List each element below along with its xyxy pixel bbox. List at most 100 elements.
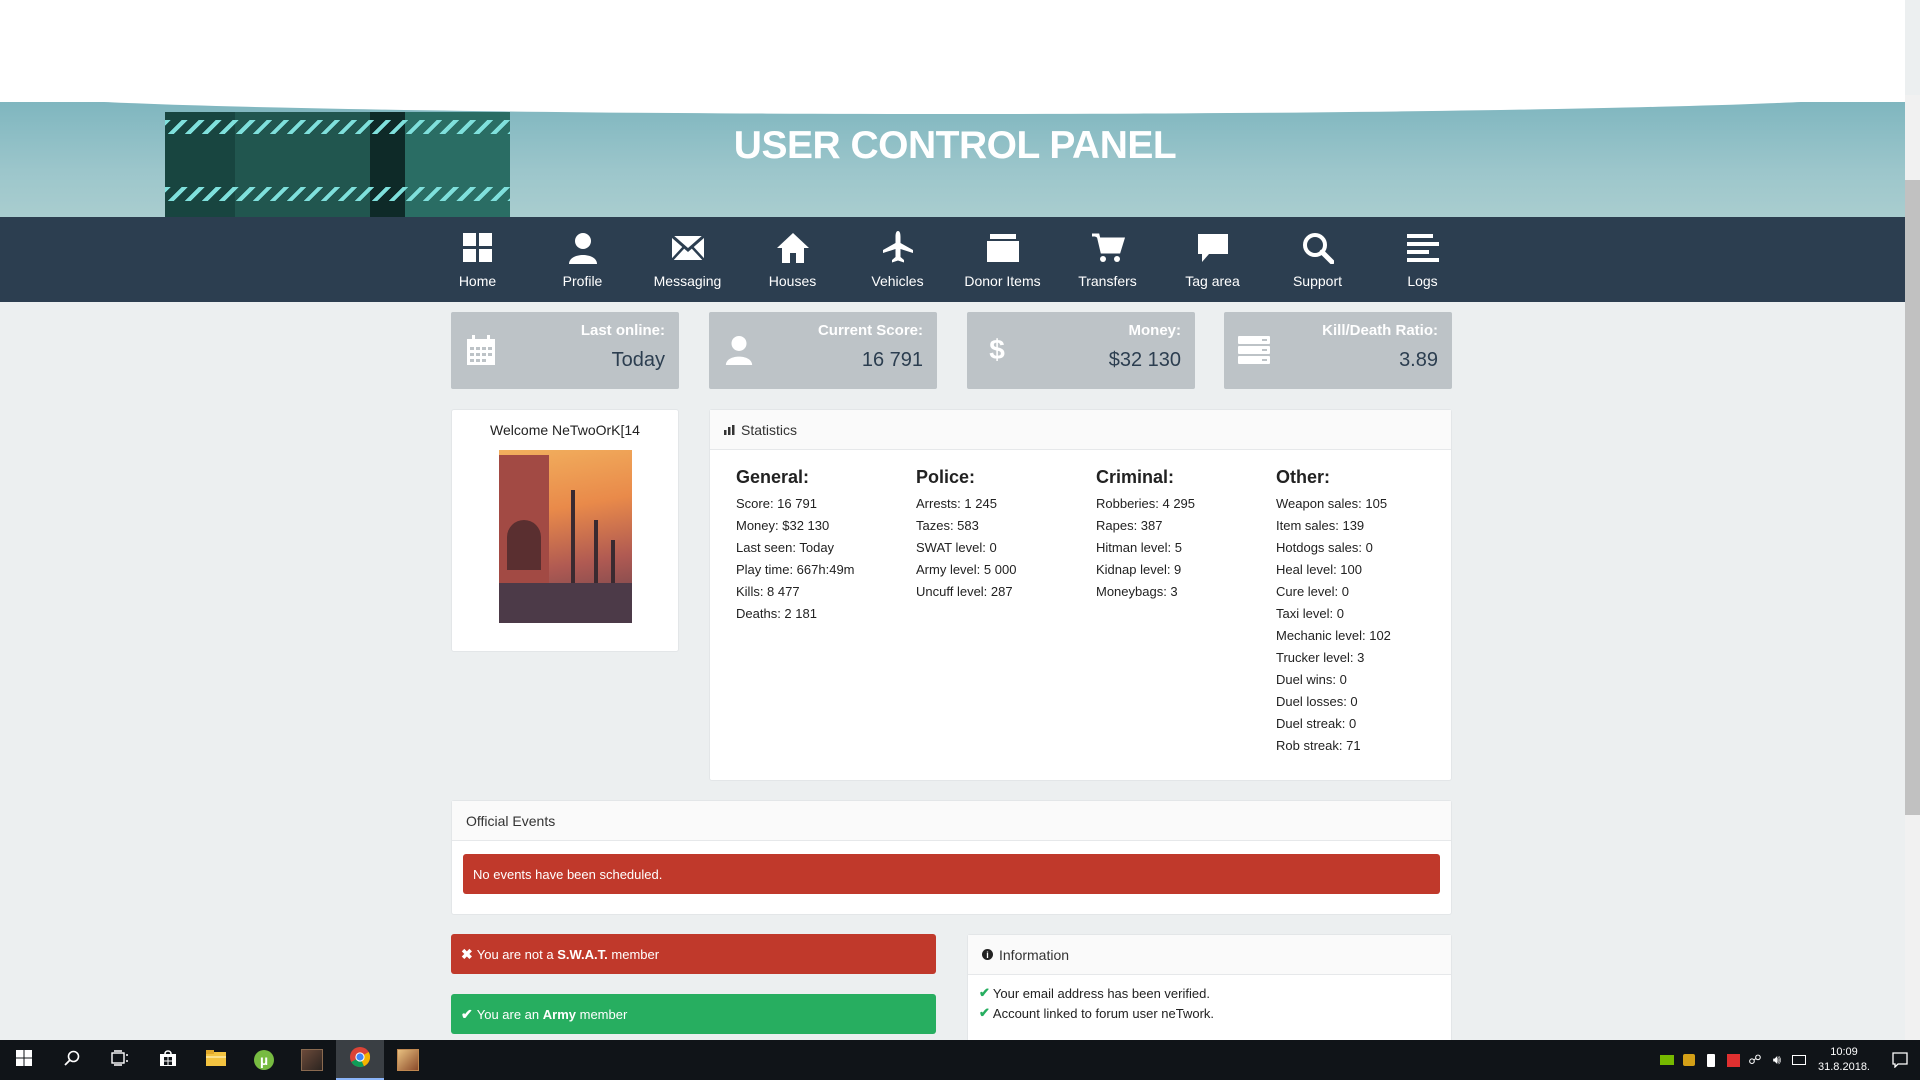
card-label: Last online: [580, 322, 665, 339]
main-nav: Home Profile Messaging Houses Vehicles D… [0, 217, 1905, 302]
volume-icon[interactable]: 🔊︎ [1766, 1040, 1788, 1080]
scrollbar-thumb[interactable] [1905, 180, 1920, 815]
swat-status-text: You are not a S.W.A.T. member [476, 946, 660, 962]
stat-item: Kidnap level: 9 [1096, 562, 1182, 577]
avatar[interactable] [499, 450, 632, 623]
search-button[interactable] [48, 1040, 96, 1080]
current-score-card: Current Score: 16 791 [709, 312, 937, 389]
notification-icon[interactable] [1880, 1040, 1920, 1080]
nav-profile[interactable]: Profile [530, 217, 635, 302]
info-line: ✔ Your email address has been verified. [979, 985, 1210, 1001]
nav-home[interactable]: Home [425, 217, 530, 302]
stat-item: Trucker level: 3 [1276, 650, 1365, 665]
server-icon [1238, 334, 1270, 366]
nav-donor-items[interactable]: Donor Items [950, 217, 1055, 302]
game-app-1[interactable] [288, 1040, 336, 1080]
nvidia-icon[interactable] [1656, 1040, 1678, 1080]
time-text: 10:09 [1830, 1046, 1858, 1058]
close-icon: ✖ [461, 945, 473, 962]
chrome-app[interactable] [336, 1040, 384, 1080]
display-icon[interactable] [1788, 1040, 1810, 1080]
stat-item: Heal level: 100 [1276, 562, 1362, 577]
file-explorer-app[interactable] [192, 1040, 240, 1080]
stat-item: SWAT level: 0 [916, 540, 997, 555]
cart-icon [1090, 230, 1126, 266]
nav-label: Houses [768, 273, 817, 289]
info-icon: i [982, 949, 993, 960]
store-icon [159, 1049, 177, 1072]
official-events-panel: Official Events No events have been sche… [451, 800, 1452, 915]
stat-item: Robberies: 4 295 [1096, 496, 1196, 511]
date-text: 31.8.2018. [1818, 1061, 1870, 1073]
house-icon [775, 230, 811, 266]
stat-item: Uncuff level: 287 [916, 584, 1013, 599]
swat-membership-alert: ✖ You are not a S.W.A.T. member [451, 934, 936, 974]
store-app[interactable] [144, 1040, 192, 1080]
statistics-panel: Statistics General: Score: 16 791 Money:… [709, 409, 1452, 781]
user-icon [565, 230, 601, 266]
stat-item: Taxi level: 0 [1276, 606, 1344, 621]
statistics-header: Statistics [710, 410, 1451, 450]
usb-icon[interactable] [1700, 1040, 1722, 1080]
folder-icon [206, 1049, 226, 1071]
statistics-title: Statistics [741, 421, 798, 438]
search-icon [1300, 230, 1336, 266]
army-membership-alert: ✔ You are an Army member [451, 994, 936, 1034]
windows-logo-icon [16, 1049, 32, 1071]
stats-police-column: Police: Arrests: 1 245 Tazes: 583 SWAT l… [916, 466, 1016, 603]
column-heading: Police: [916, 467, 976, 487]
card-value: 3.89 [1399, 349, 1438, 371]
network-icon[interactable]: ☍ [1744, 1040, 1766, 1080]
card-value: 16 791 [861, 349, 923, 371]
stat-item: Cure level: 0 [1276, 584, 1349, 599]
chat-icon [1195, 230, 1231, 266]
bar-chart-icon [724, 424, 735, 435]
nav-support[interactable]: Support [1265, 217, 1370, 302]
nav-vehicles[interactable]: Vehicles [845, 217, 950, 302]
stats-general-column: General: Score: 16 791 Money: $32 130 La… [736, 466, 855, 625]
column-heading: General: [736, 467, 810, 487]
nav-transfers[interactable]: Transfers [1055, 217, 1160, 302]
last-online-card: Last online: Today [451, 312, 679, 389]
chrome-icon [349, 1046, 371, 1073]
kill-death-ratio-card: Kill/Death Ratio: 3.89 [1224, 312, 1452, 389]
top-blank-area [0, 0, 1905, 102]
nav-logs[interactable]: Logs [1370, 217, 1475, 302]
column-heading: Other: [1276, 467, 1330, 487]
task-view-button[interactable] [96, 1040, 144, 1080]
stat-item: Weapon sales: 105 [1276, 496, 1388, 511]
nav-label: Vehicles [871, 273, 924, 289]
folder-icon [985, 230, 1021, 266]
stat-item: Arrests: 1 245 [916, 496, 997, 511]
stat-item: Duel losses: 0 [1276, 694, 1358, 709]
start-button[interactable] [0, 1040, 48, 1080]
page-title: USER CONTROL PANEL [733, 124, 1177, 167]
nav-houses[interactable]: Houses [740, 217, 845, 302]
stat-item: Item sales: 139 [1276, 518, 1365, 533]
card-label: Current Score: [817, 322, 923, 339]
task-view-icon [111, 1049, 129, 1071]
check-icon: ✔ [979, 985, 990, 1000]
envelope-icon [670, 230, 706, 266]
info-line: ✔ Account linked to forum user neTwork. [979, 1005, 1215, 1021]
game-app-2[interactable] [384, 1040, 432, 1080]
stat-item: Hotdogs sales: 0 [1276, 540, 1373, 555]
windows-taskbar: µ ☍ 🔊︎ 10:09 31.8.2018. [0, 1040, 1920, 1080]
clock[interactable]: 10:09 31.8.2018. [1818, 1045, 1870, 1075]
column-heading: Criminal: [1096, 467, 1175, 487]
check-icon: ✔ [979, 1005, 990, 1020]
nav-messaging[interactable]: Messaging [635, 217, 740, 302]
card-label: Money: [1128, 322, 1182, 339]
nav-label: Messaging [653, 273, 722, 289]
shield-icon[interactable] [1678, 1040, 1700, 1080]
game-icon [301, 1049, 323, 1071]
utorrent-app[interactable]: µ [240, 1040, 288, 1080]
information-title: Information [999, 946, 1070, 963]
stat-item: Duel streak: 0 [1276, 716, 1357, 731]
plane-icon [880, 230, 916, 266]
stat-item: Score: 16 791 [736, 496, 817, 511]
nav-label: Transfers [1078, 273, 1137, 289]
antivirus-icon[interactable] [1722, 1040, 1744, 1080]
nav-tag-area[interactable]: Tag area [1160, 217, 1265, 302]
information-header: i Information [968, 935, 1451, 975]
